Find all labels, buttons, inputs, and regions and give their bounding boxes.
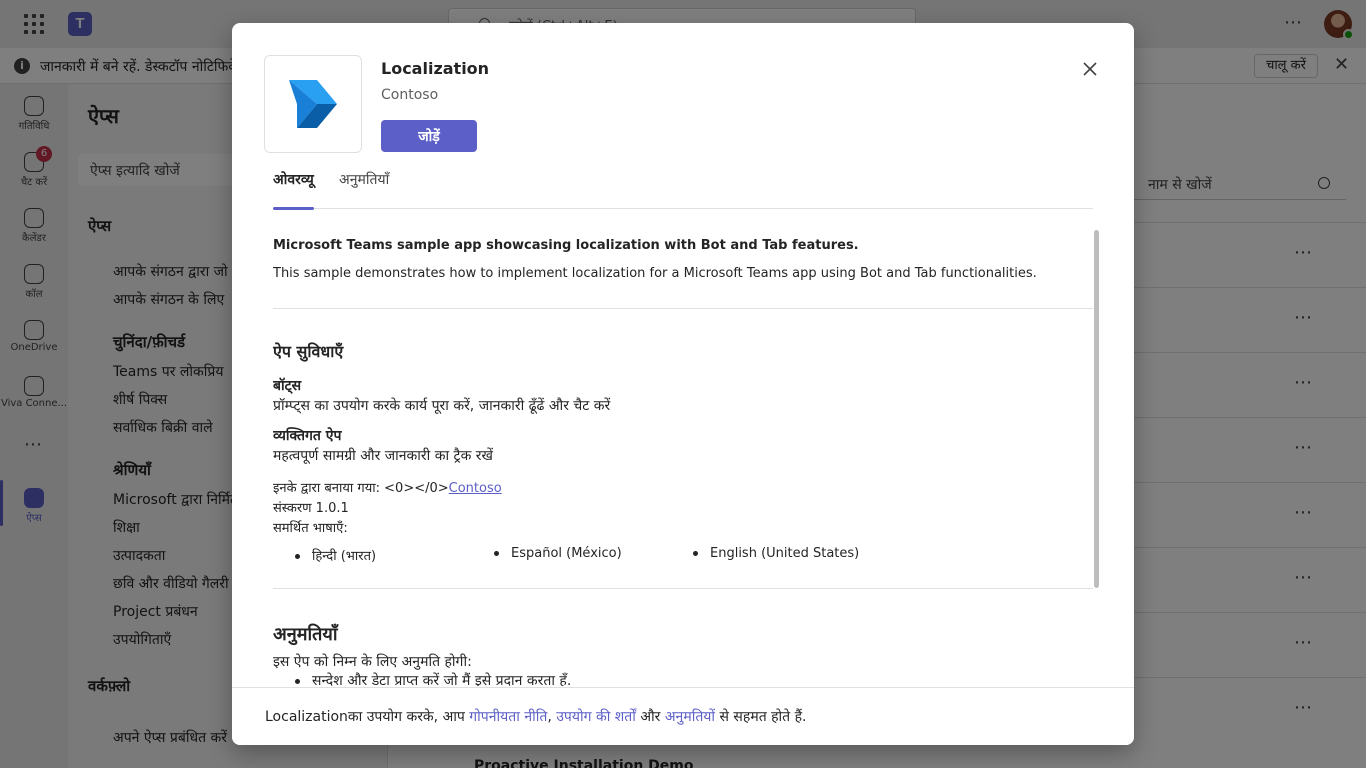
close-dialog-button[interactable] (1078, 57, 1102, 81)
dialog-tabs: ओवरव्यू अनुमतियाँ (273, 170, 1093, 210)
description-text: This sample demonstrates how to implemen… (273, 266, 1037, 281)
tab-permissions[interactable]: अनुमतियाँ (339, 170, 389, 209)
dialog-footer: Localizationका उपयोग करके, आप गोपनीयता न… (232, 687, 1134, 745)
localization-app-icon (289, 80, 337, 128)
language-item: English (United States) (693, 546, 859, 561)
description-title: Microsoft Teams sample app showcasing lo… (273, 238, 859, 253)
permissions-intro: इस ऐप को निम्न के लिए अनुमति होगी: (273, 654, 472, 670)
feature-desc: प्रॉम्प्ट्स का उपयोग करके कार्य पूरा करे… (273, 398, 611, 414)
section-divider (273, 588, 1093, 589)
feature-name: बॉट्स (273, 378, 302, 394)
app-title: Localization (381, 59, 490, 78)
version: संस्करण 1.0.1 (273, 501, 349, 516)
section-divider (273, 308, 1093, 309)
privacy-policy-link[interactable]: गोपनीयता नीति (469, 709, 547, 725)
languages-label: समर्थित भाषाएँ: (273, 521, 348, 536)
app-publisher: Contoso (381, 87, 439, 103)
tab-overview[interactable]: ओवरव्यू (273, 170, 314, 210)
app-details-dialog: Localization Contoso जोड़ें ओवरव्यू अनुम… (232, 23, 1134, 745)
feature-name: व्यक्तिगत ऐप (273, 428, 342, 444)
feature-desc: महत्वपूर्ण सामग्री और जानकारी का ट्रैक र… (273, 448, 493, 464)
created-by: इनके द्वारा बनाया गया: <0></0>Contoso (273, 481, 502, 496)
app-logo (264, 55, 362, 153)
dialog-content[interactable]: Microsoft Teams sample app showcasing lo… (273, 230, 1093, 686)
features-heading: ऐप सुविधाएँ (273, 342, 344, 361)
add-app-button[interactable]: जोड़ें (381, 120, 477, 152)
publisher-link[interactable]: Contoso (449, 481, 502, 496)
scrollbar[interactable] (1094, 230, 1099, 588)
language-item: Español (México) (494, 546, 622, 561)
terms-text: Localizationका उपयोग करके, आप गोपनीयता न… (265, 709, 807, 725)
terms-of-use-link[interactable]: उपयोग की शर्तों (556, 709, 636, 725)
permissions-link[interactable]: अनुमतियों (665, 709, 715, 725)
close-icon (1083, 62, 1097, 76)
language-item: हिन्दी (भारत) (295, 546, 376, 564)
permissions-heading: अनुमतियाँ (273, 624, 338, 645)
languages-list: हिन्दी (भारत) Español (México) English (… (273, 546, 1093, 566)
